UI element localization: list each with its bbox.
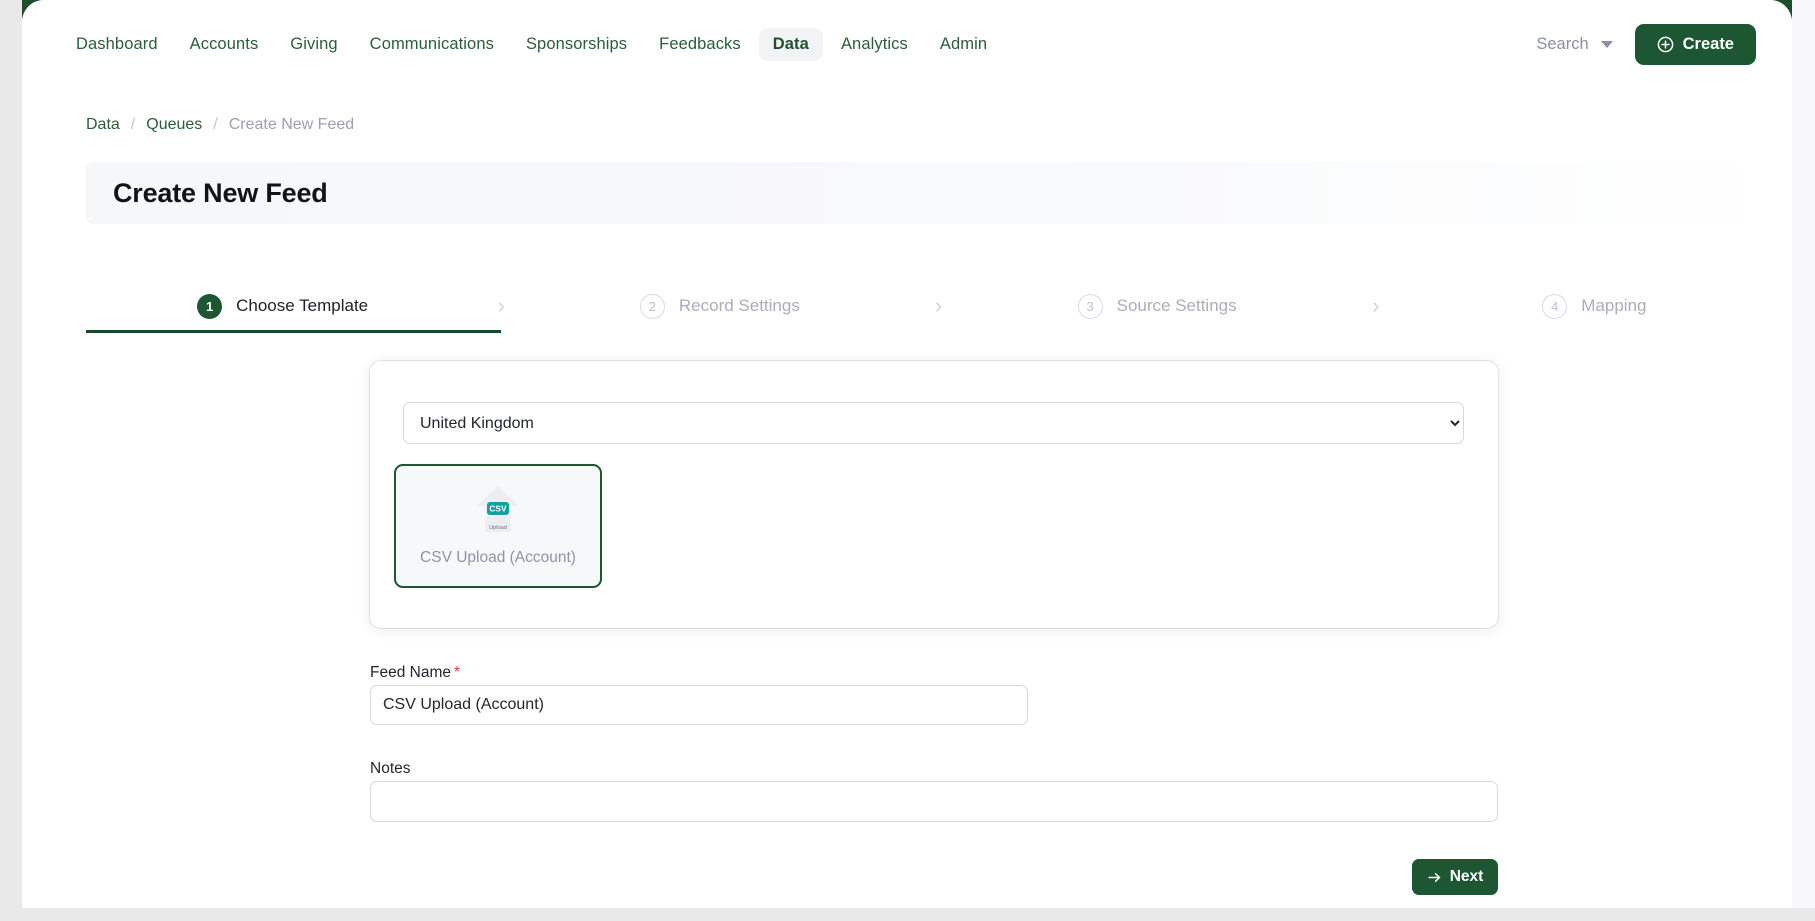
notes-label: Notes [370, 760, 411, 777]
plus-circle-icon [1657, 36, 1674, 53]
search-label: Search [1536, 34, 1589, 53]
nav-item-dashboard[interactable]: Dashboard [62, 28, 172, 61]
nav-item-accounts[interactable]: Accounts [176, 28, 273, 61]
step-number-badge: 3 [1077, 293, 1103, 319]
next-button-label: Next [1449, 868, 1484, 885]
step-chevron-icon: › [934, 293, 943, 318]
nav-item-data[interactable]: Data [758, 27, 823, 61]
app-frame: Dashboard Accounts Giving Communications… [0, 0, 1815, 921]
nav-right-actions: Search Create [1536, 23, 1756, 65]
feed-name-label-text: Feed Name [370, 664, 451, 681]
wizard-stepper: 1 Choose Template › 2 Record Settings › … [86, 280, 1791, 332]
notes-input[interactable] [370, 781, 1498, 822]
step-label: Record Settings [678, 296, 800, 315]
feed-name-input[interactable] [370, 685, 1028, 725]
nav-item-feedbacks[interactable]: Feedbacks [645, 28, 755, 61]
arrow-right-icon [1427, 870, 1442, 885]
template-tile-csv-upload-account[interactable]: CSV Upload CSV Upload (Account) [394, 464, 602, 588]
breadcrumb-separator: / [130, 116, 136, 133]
svg-text:CSV: CSV [489, 504, 507, 514]
nav-item-list: Dashboard Accounts Giving Communications… [62, 27, 1001, 61]
top-navigation-bar: Dashboard Accounts Giving Communications… [22, 0, 1792, 88]
breadcrumb-item-queues[interactable]: Queues [146, 116, 202, 134]
step-label: Source Settings [1116, 296, 1237, 315]
step-chevron-icon: › [1372, 293, 1380, 318]
create-button-label: Create [1682, 34, 1734, 53]
step-number-badge: 4 [1542, 293, 1568, 319]
right-gutter [1792, 0, 1815, 908]
step-number-badge: 2 [639, 293, 665, 319]
next-button[interactable]: Next [1412, 859, 1498, 895]
template-tile-wrapper: CSV Upload CSV Upload (Account) [394, 464, 602, 588]
required-asterisk: * [453, 664, 461, 681]
step-source-settings[interactable]: 3 Source Settings [961, 293, 1354, 319]
page-title: Create New Feed [113, 177, 328, 208]
step-label: Mapping [1581, 296, 1647, 315]
csv-upload-icon: CSV Upload [469, 482, 527, 534]
step-chevron-icon: › [497, 293, 505, 318]
nav-item-sponsorships[interactable]: Sponsorships [512, 28, 641, 61]
step-mapping[interactable]: 4 Mapping [1398, 293, 1791, 319]
template-tile-caption: CSV Upload (Account) [420, 549, 576, 566]
country-select[interactable]: United Kingdom [403, 402, 1464, 444]
page-title-band: Create New Feed [86, 162, 1791, 224]
nav-item-giving[interactable]: Giving [276, 28, 351, 61]
nav-item-admin[interactable]: Admin [926, 28, 1001, 61]
feed-name-label: Feed Name * [370, 664, 460, 682]
nav-item-communications[interactable]: Communications [356, 28, 508, 61]
breadcrumb-item-create-new-feed: Create New Feed [228, 116, 355, 133]
create-button[interactable]: Create [1634, 23, 1756, 65]
active-step-underline [86, 330, 501, 333]
step-choose-template[interactable]: 1 Choose Template [86, 293, 479, 319]
breadcrumb-separator: / [213, 116, 218, 133]
nav-item-analytics[interactable]: Analytics [827, 28, 922, 61]
breadcrumb: Data / Queues / Create New Feed [86, 116, 354, 134]
page-shell: Dashboard Accounts Giving Communications… [22, 0, 1792, 908]
svg-text:Upload: Upload [489, 525, 507, 531]
search-dropdown[interactable]: Search [1536, 34, 1613, 54]
chevron-down-icon [1600, 40, 1613, 48]
step-record-settings[interactable]: 2 Record Settings [523, 293, 916, 319]
breadcrumb-item-data[interactable]: Data [86, 116, 120, 134]
step-label: Choose Template [236, 296, 369, 315]
step-number-badge: 1 [197, 293, 223, 319]
